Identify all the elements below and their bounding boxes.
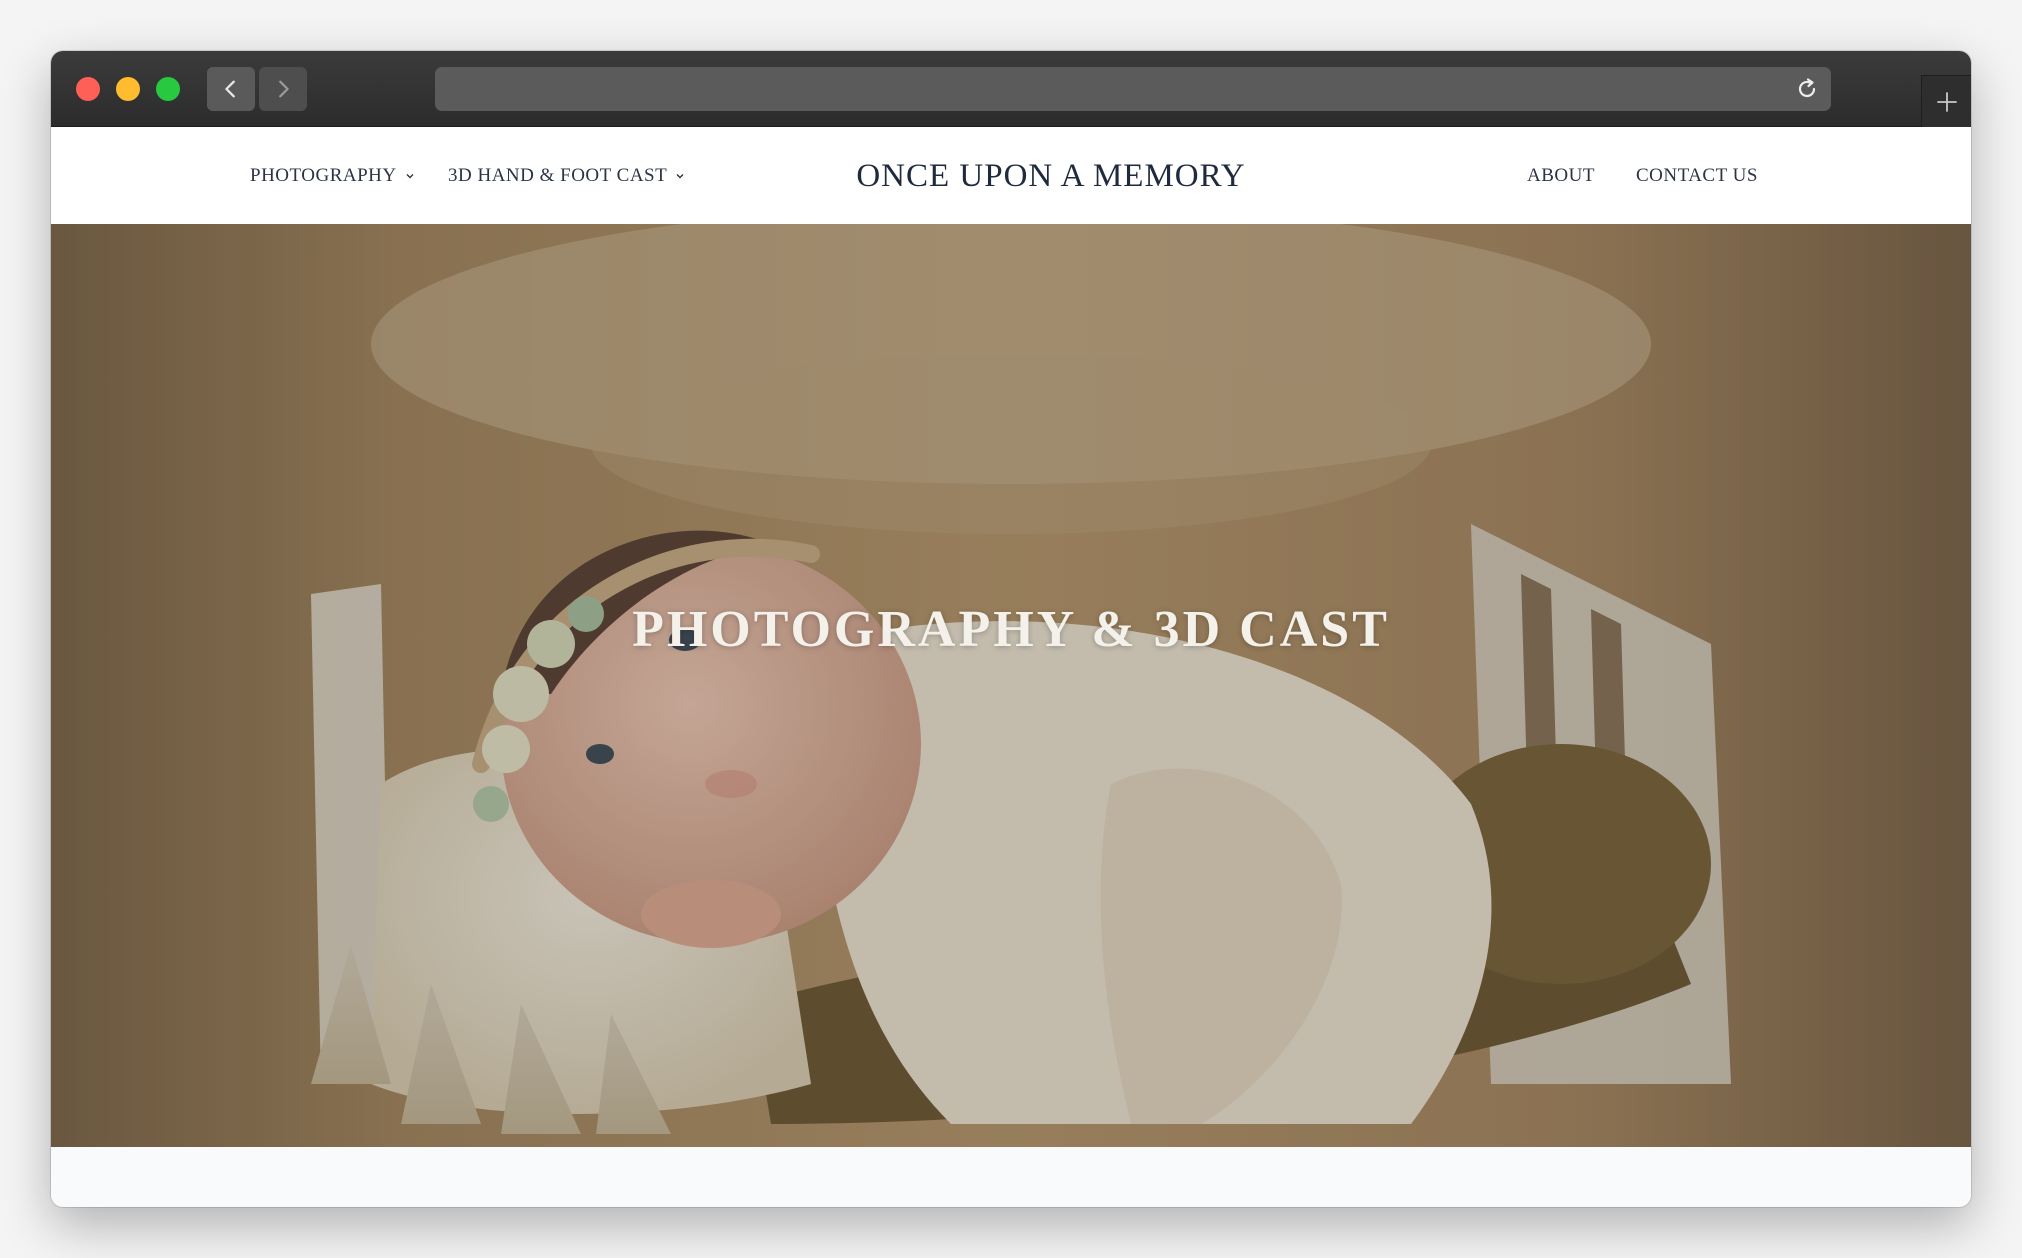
minimize-window-button[interactable] bbox=[116, 77, 140, 101]
page-content-start bbox=[51, 1147, 1971, 1207]
nav-about[interactable]: ABOUT bbox=[1527, 128, 1595, 224]
nav-photography[interactable]: PHOTOGRAPHY bbox=[250, 128, 415, 224]
nav-cast-label: 3D HAND & FOOT CAST bbox=[448, 165, 668, 186]
plus-icon bbox=[1936, 91, 1957, 112]
back-button[interactable] bbox=[207, 67, 255, 111]
forward-button[interactable] bbox=[259, 67, 307, 111]
hero-title: PHOTOGRAPHY & 3D CAST bbox=[632, 601, 1390, 658]
hero-overlay bbox=[51, 224, 1971, 1147]
close-window-button[interactable] bbox=[76, 77, 100, 101]
nav-contact-us[interactable]: CONTACT US bbox=[1636, 128, 1758, 224]
site-navigation: PHOTOGRAPHY 3D HAND & FOOT CAST ONCE UPO… bbox=[51, 128, 1971, 224]
nav-3d-hand-foot-cast[interactable]: 3D HAND & FOOT CAST bbox=[448, 128, 685, 224]
chevron-down-icon bbox=[406, 174, 414, 179]
hero-banner: PHOTOGRAPHY & 3D CAST bbox=[51, 224, 1971, 1147]
chevron-left-icon bbox=[225, 80, 235, 98]
browser-window: PHOTOGRAPHY 3D HAND & FOOT CAST ONCE UPO… bbox=[51, 51, 1971, 1207]
site-logo-title[interactable]: ONCE UPON A MEMORY bbox=[811, 128, 1291, 224]
nav-photography-label: PHOTOGRAPHY bbox=[250, 165, 397, 186]
new-tab-button[interactable] bbox=[1921, 75, 1971, 127]
chevron-down-icon bbox=[676, 174, 684, 179]
address-bar[interactable] bbox=[435, 67, 1831, 111]
browser-toolbar bbox=[51, 51, 1971, 127]
reload-icon[interactable] bbox=[1795, 77, 1819, 101]
chevron-right-icon bbox=[279, 80, 289, 98]
maximize-window-button[interactable] bbox=[156, 77, 180, 101]
